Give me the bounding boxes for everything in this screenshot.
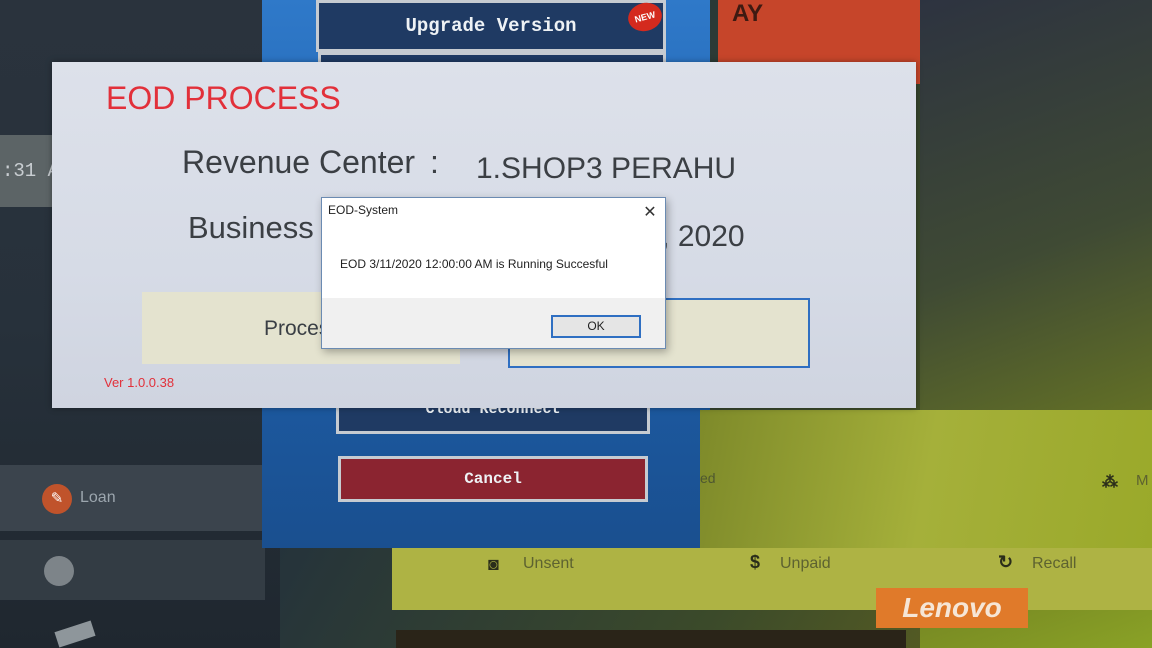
revenue-center-colon: : (430, 144, 439, 180)
message-dialog: EOD-System ✕ EOD 3/11/2020 12:00:00 AM i… (321, 197, 666, 349)
dialog-message: EOD 3/11/2020 12:00:00 AM is Running Suc… (340, 257, 608, 271)
tile-text: M (1136, 472, 1149, 489)
background-tile-area (700, 410, 1152, 558)
version-label: Ver 1.0.0.38 (104, 375, 175, 390)
recall-tile[interactable]: Recall (1032, 555, 1076, 573)
camera-icon: ◙ (488, 554, 499, 574)
no-dollar-icon: $ (750, 552, 761, 572)
people-icon: ⁂ (1102, 474, 1118, 491)
business-date-label: Business (188, 210, 314, 245)
loan-icon: ✎ (42, 484, 72, 514)
revenue-center-value: 1.SHOP3 PERAHU (476, 152, 737, 185)
close-icon[interactable]: ✕ (640, 202, 660, 222)
dialog-title: EOD-System (328, 203, 399, 217)
ok-button[interactable]: OK (551, 315, 641, 338)
tile-text: ed (700, 470, 716, 486)
window-title: EOD PROCESS (106, 80, 341, 116)
launcher-cancel-button[interactable]: Cancel (338, 456, 648, 502)
unsent-tile[interactable]: Unsent (523, 555, 574, 573)
sidebar-item-loan-label: Loan (80, 489, 116, 506)
process-button-label: Proces (264, 317, 330, 340)
tile-text: AY (732, 0, 764, 27)
recall-icon: ↻ (998, 552, 1014, 572)
bottom-strip (396, 630, 906, 648)
unpaid-tile[interactable]: Unpaid (780, 555, 831, 573)
revenue-center-label: Revenue Center (182, 144, 416, 180)
upgrade-version-button[interactable]: Upgrade Version (316, 0, 666, 52)
sidebar-item-loan[interactable] (0, 465, 265, 531)
sidebar-item[interactable] (0, 540, 265, 600)
lenovo-logo: Lenovo (876, 588, 1028, 628)
clock-icon (44, 556, 74, 586)
